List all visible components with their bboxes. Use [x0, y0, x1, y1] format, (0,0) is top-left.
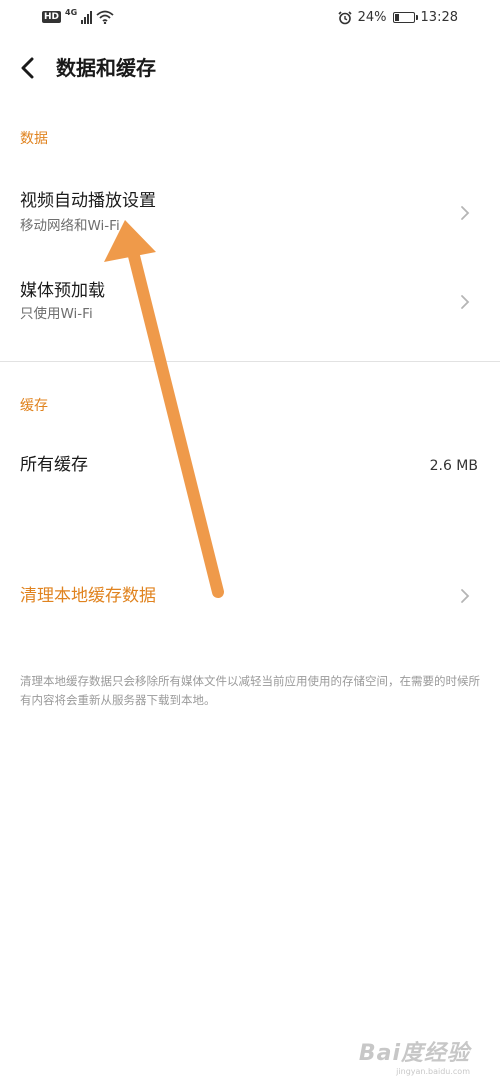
clear-cache-row[interactable]: 清理本地缓存数据: [0, 570, 500, 626]
page-title: 数据和缓存: [56, 56, 156, 80]
wifi-icon: [96, 10, 114, 24]
watermark-main: Bai度经验: [358, 1041, 470, 1066]
all-cache-row: 所有缓存 2.6 MB: [0, 440, 500, 490]
cache-note: 清理本地缓存数据只会移除所有媒体文件以减轻当前应用使用的存储空间，在需要的时候所…: [20, 674, 480, 707]
clear-cache-label: 清理本地缓存数据: [20, 586, 156, 606]
signal-icon: [81, 10, 93, 24]
chevron-right-icon: [461, 206, 470, 220]
section-label-cache: 缓存: [20, 398, 48, 414]
status-bar: HD 4G 24% 13:28: [0, 0, 500, 40]
hd-badge: HD: [42, 11, 62, 23]
annotation-arrow-icon: [104, 220, 224, 598]
all-cache-value: 2.6 MB: [429, 458, 478, 474]
section-divider: [0, 361, 500, 362]
chevron-right-icon: [461, 589, 470, 603]
battery-icon: [392, 12, 418, 23]
media-preload-row[interactable]: 媒体预加载 只使用Wi-Fi: [0, 270, 500, 340]
battery-percent: 24%: [357, 10, 387, 25]
alarm-icon: [338, 10, 352, 24]
status-left: HD 4G: [42, 7, 114, 24]
video-autoplay-title: 视频自动播放设置: [20, 191, 156, 211]
chevron-right-icon: [461, 295, 470, 309]
network-type: 4G: [65, 7, 78, 17]
back-button[interactable]: [12, 53, 42, 83]
app-header: 数据和缓存: [0, 45, 500, 91]
video-autoplay-row[interactable]: 视频自动播放设置 移动网络和Wi-Fi: [0, 178, 500, 248]
battery-fill: [394, 14, 399, 21]
section-label-data: 数据: [20, 131, 48, 147]
media-preload-title: 媒体预加载: [20, 281, 105, 301]
all-cache-title: 所有缓存: [20, 455, 88, 475]
media-preload-subtitle: 只使用Wi-Fi: [20, 306, 93, 322]
back-arrow-icon: [21, 57, 34, 79]
video-autoplay-subtitle: 移动网络和Wi-Fi: [20, 218, 120, 234]
watermark-logo: Bai度经验 jingyan.baidu.com: [359, 1035, 470, 1076]
status-right: 24% 13:28: [338, 10, 458, 25]
watermark-sub: jingyan.baidu.com: [396, 1067, 470, 1076]
clock: 13:28: [420, 10, 458, 25]
